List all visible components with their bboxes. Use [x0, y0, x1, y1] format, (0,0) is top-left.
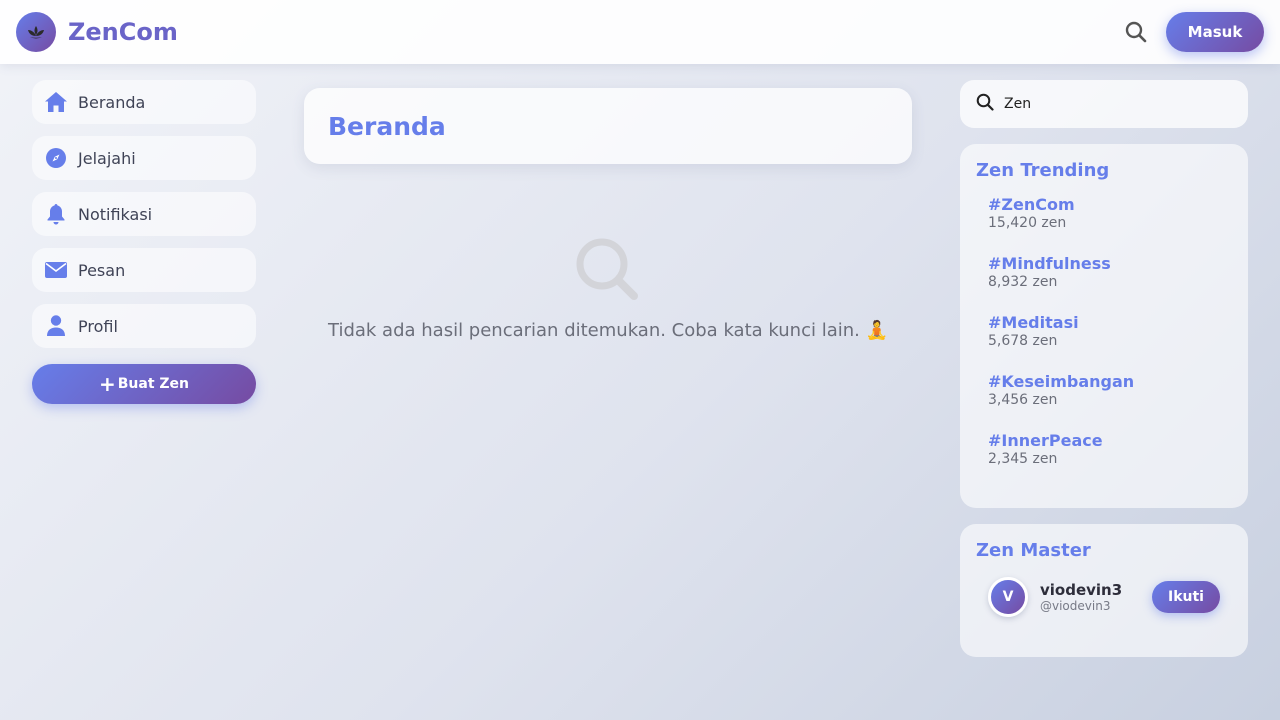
- empty-message: Tidak ada hasil pencarian ditemukan. Cob…: [328, 320, 888, 341]
- trend-tag: #Mindfulness: [988, 254, 1111, 273]
- brand-name: ZenCom: [68, 18, 178, 46]
- trending-title: Zen Trending: [976, 160, 1110, 181]
- sidebar-item-label: Jelajahi: [78, 148, 136, 168]
- search-icon: [976, 93, 994, 115]
- header-actions: Masuk: [1122, 12, 1264, 52]
- trending-card: Zen Trending #ZenCom 15,420 zen #Mindful…: [960, 144, 1248, 508]
- sidebar-item-beranda[interactable]: Beranda: [32, 80, 256, 124]
- bell-icon: [44, 202, 68, 226]
- search-icon[interactable]: [1122, 18, 1150, 46]
- follow-button[interactable]: Ikuti: [1152, 581, 1220, 613]
- envelope-icon: [44, 258, 68, 282]
- sidebar-item-notifikasi[interactable]: Notifikasi: [32, 192, 256, 236]
- user-name[interactable]: viodevin3: [1040, 581, 1122, 599]
- avatar[interactable]: V: [988, 577, 1028, 617]
- trend-tag: #InnerPeace: [988, 431, 1103, 450]
- search-box[interactable]: [960, 80, 1248, 128]
- sidebar-item-jelajahi[interactable]: Jelajahi: [32, 136, 256, 180]
- top-header: ZenCom Masuk: [0, 0, 1280, 64]
- trend-item[interactable]: #InnerPeace 2,345 zen: [988, 431, 1232, 490]
- trend-item[interactable]: #Meditasi 5,678 zen: [988, 313, 1232, 372]
- search-input[interactable]: [1004, 96, 1224, 112]
- sidebar-item-pesan[interactable]: Pesan: [32, 248, 256, 292]
- brand[interactable]: ZenCom: [16, 12, 178, 52]
- trending-list: #ZenCom 15,420 zen #Mindfulness 8,932 ze…: [976, 195, 1232, 490]
- user-handle: @viodevin3: [1040, 599, 1111, 613]
- sidebar: Beranda Jelajahi Notifikasi Pesan Profil…: [32, 80, 256, 404]
- trend-count: 2,345 zen: [988, 451, 1058, 467]
- main-header: Beranda: [304, 88, 912, 164]
- trend-count: 15,420 zen: [988, 215, 1067, 231]
- lotus-icon: [16, 12, 56, 52]
- sidebar-item-label: Profil: [78, 316, 118, 336]
- user-row: V viodevin3 @viodevin3 Ikuti: [976, 577, 1232, 617]
- sidebar-item-profil[interactable]: Profil: [32, 304, 256, 348]
- trend-count: 3,456 zen: [988, 392, 1058, 408]
- trend-count: 5,678 zen: [988, 333, 1058, 349]
- sidebar-item-label: Pesan: [78, 260, 126, 280]
- sidebar-item-label: Beranda: [78, 92, 146, 112]
- create-zen-button[interactable]: + Buat Zen: [32, 364, 256, 404]
- home-icon: [44, 90, 68, 114]
- trend-tag: #Keseimbangan: [988, 372, 1135, 391]
- trend-item[interactable]: #Keseimbangan 3,456 zen: [988, 372, 1232, 431]
- page-title: Beranda: [328, 111, 446, 141]
- trend-tag: #Meditasi: [988, 313, 1079, 332]
- user-icon: [44, 314, 68, 338]
- search-icon: [574, 236, 642, 304]
- user-info: viodevin3 @viodevin3: [1040, 581, 1122, 613]
- login-button[interactable]: Masuk: [1166, 12, 1264, 52]
- trend-count: 8,932 zen: [988, 274, 1058, 290]
- zen-master-title: Zen Master: [976, 540, 1091, 561]
- compass-icon: [44, 146, 68, 170]
- sidebar-item-label: Notifikasi: [78, 204, 153, 224]
- right-panel: Zen Trending #ZenCom 15,420 zen #Mindful…: [960, 80, 1248, 657]
- empty-state: Tidak ada hasil pencarian ditemukan. Cob…: [304, 236, 912, 341]
- create-zen-label: Buat Zen: [117, 376, 190, 392]
- trend-item[interactable]: #ZenCom 15,420 zen: [988, 195, 1232, 254]
- plus-icon: +: [98, 372, 116, 396]
- zen-master-card: Zen Master V viodevin3 @viodevin3 Ikuti: [960, 524, 1248, 657]
- trend-tag: #ZenCom: [988, 195, 1075, 214]
- main-content: Beranda Tidak ada hasil pencarian ditemu…: [304, 88, 912, 341]
- trend-item[interactable]: #Mindfulness 8,932 zen: [988, 254, 1232, 313]
